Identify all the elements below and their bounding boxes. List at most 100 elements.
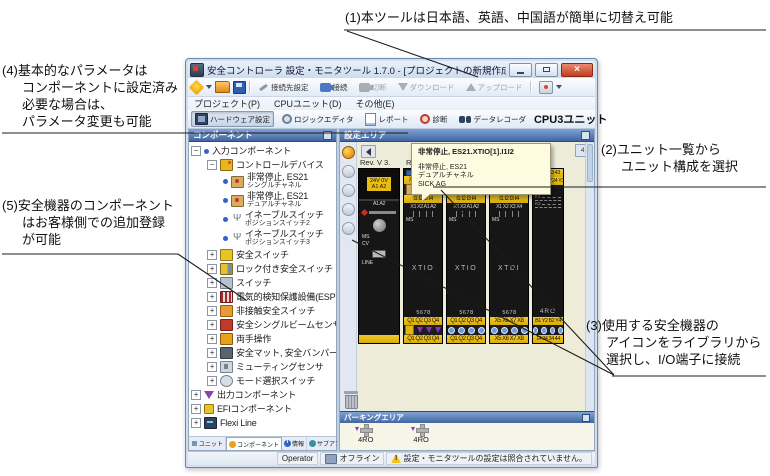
expand-icon[interactable] xyxy=(207,376,217,386)
tree-item-estop-dual[interactable]: 非常停止, ES21デュアルチャネル xyxy=(189,191,336,210)
expand-icon[interactable] xyxy=(191,390,201,400)
tree-item-espe[interactable]: 電気的検知保護設備(ESPE) xyxy=(189,290,336,304)
hardware-config-button[interactable]: ハードウェア設定 xyxy=(191,111,274,127)
terminal-dot[interactable] xyxy=(478,327,485,334)
cpu-module[interactable]: 24V 0V A1 A2 A1 A2 MS CV LINE xyxy=(358,168,400,344)
main-area: コンポーネント 入力コンポーネント コントロールデバイス 非常停止, ES21シ… xyxy=(188,129,595,451)
expand-icon[interactable] xyxy=(207,348,217,358)
download-button[interactable]: ダウンロード xyxy=(394,80,459,95)
diagnosis-button[interactable]: 診断 xyxy=(416,112,451,127)
tree-item-two-hand[interactable]: 両手操作 xyxy=(189,332,336,346)
expand-icon[interactable] xyxy=(207,362,217,372)
expand-icon[interactable] xyxy=(207,320,217,330)
minimize-button[interactable] xyxy=(509,63,532,77)
expand-icon[interactable] xyxy=(191,404,201,414)
tree-item-locked-safety-switch[interactable]: ロック付き安全スイッチ xyxy=(189,262,336,276)
upload-button[interactable]: アップロード xyxy=(462,80,527,95)
refresh-icon[interactable] xyxy=(342,165,355,178)
pin-icon[interactable] xyxy=(323,131,332,140)
disconnect-button[interactable]: 切断 xyxy=(355,80,391,95)
tab-info[interactable]: 情報 xyxy=(282,437,307,450)
tree-item-mode-select[interactable]: モード選択スイッチ xyxy=(189,374,336,388)
terminal-dot[interactable] xyxy=(468,327,475,334)
component-bullet-icon xyxy=(223,236,228,241)
upload-label: アップロード xyxy=(478,82,523,93)
tree-item-estop-single[interactable]: 非常停止, ES21シングルチャネル xyxy=(189,172,336,191)
connection-settings-button[interactable]: 接続先設定 xyxy=(254,80,313,95)
collapse-icon[interactable] xyxy=(191,146,201,156)
tree-item-enable-switch-3[interactable]: イネーブルスイッチポジションスイッチ3 xyxy=(189,229,336,248)
upload-icon xyxy=(466,83,476,91)
save-icon[interactable] xyxy=(233,81,246,94)
new-project-dropdown-icon[interactable] xyxy=(206,85,212,89)
tree-item-enable-switch-2[interactable]: イネーブルスイッチポジションスイッチ2 xyxy=(189,210,336,229)
tab-unit[interactable]: ユニット xyxy=(189,437,226,450)
new-project-icon[interactable] xyxy=(189,79,205,95)
output-component-icon[interactable] xyxy=(405,325,414,335)
terminal-dot[interactable] xyxy=(521,327,528,334)
toolbar-separator xyxy=(530,81,532,93)
zoom-in-icon[interactable] xyxy=(342,184,355,197)
left-panel-tabs: ユニット コンポーネント 情報 サブアプリケーション xyxy=(189,436,336,450)
unit-list-start-icon[interactable] xyxy=(361,145,376,158)
diagnosis-icon xyxy=(420,114,430,124)
terminal-dot[interactable] xyxy=(458,327,465,334)
expand-icon[interactable] xyxy=(207,306,217,316)
zoom-fit-icon[interactable] xyxy=(342,222,355,235)
tree-item-safety-mat[interactable]: 安全マット, 安全バンパー xyxy=(189,346,336,360)
tree-item-flexi-line[interactable]: Flexi Line xyxy=(189,416,336,430)
data-recorder-button[interactable]: データレコーダ xyxy=(455,112,530,127)
parked-module-item[interactable]: 4RO xyxy=(413,424,428,450)
collapse-icon[interactable] xyxy=(207,160,217,170)
menu-project[interactable]: プロジェクト(P) xyxy=(194,97,260,110)
tree-item-input-components[interactable]: 入力コンポーネント xyxy=(189,144,336,158)
tree-item-noncontact-switch[interactable]: 非接触安全スイッチ xyxy=(189,304,336,318)
tree-item-safety-switch[interactable]: 安全スイッチ xyxy=(189,248,336,262)
terminal-dot[interactable] xyxy=(511,327,518,334)
terminal-dot[interactable] xyxy=(448,327,455,334)
terminal-dot[interactable] xyxy=(558,327,563,334)
parking-area[interactable]: 4RO 4RO xyxy=(340,423,594,450)
menu-cpu-unit[interactable]: CPUユニット(D) xyxy=(274,97,342,110)
terminal-dot[interactable] xyxy=(550,327,555,334)
language-switch-button[interactable] xyxy=(535,79,566,96)
expand-icon[interactable] xyxy=(207,264,217,274)
led-row xyxy=(447,325,485,335)
expand-icon[interactable] xyxy=(207,278,217,288)
configuration-canvas[interactable]: 1 2 3 4 Rev. V 3. Rev. 24V 0V A1 A2 xyxy=(340,142,594,411)
terminal-strip: I1 I2 I3 I4 xyxy=(447,195,485,203)
expand-icon[interactable] xyxy=(207,292,217,302)
callout-3-line2: アイコンをライブラリから xyxy=(586,334,761,351)
parked-module-item[interactable]: 4RO xyxy=(358,424,373,450)
terminal-dot[interactable] xyxy=(533,327,538,334)
terminal-dot[interactable] xyxy=(501,327,508,334)
tree-item-muting-sensor[interactable]: ミューティングセンサ xyxy=(189,360,336,374)
tree-item-beam-sensor[interactable]: 安全シングルビームセンサ xyxy=(189,318,336,332)
expand-icon[interactable] xyxy=(207,250,217,260)
maximize-button[interactable] xyxy=(535,63,558,77)
terminal-dot[interactable] xyxy=(541,327,546,334)
report-button[interactable]: レポート xyxy=(361,111,412,128)
pin-ticks xyxy=(447,210,485,217)
zoom-out-icon[interactable] xyxy=(342,203,355,216)
open-project-icon[interactable] xyxy=(215,81,230,93)
connect-button[interactable]: 接続 xyxy=(316,80,352,95)
tree-item-efi-components[interactable]: EFIコンポーネント xyxy=(189,402,336,416)
logic-editor-button[interactable]: ロジックエディタ xyxy=(278,112,357,127)
close-button[interactable] xyxy=(561,63,593,77)
tree-item-control-device[interactable]: コントロールデバイス xyxy=(189,158,336,172)
settings-gears-icon[interactable] xyxy=(342,146,355,159)
menu-others[interactable]: その他(E) xyxy=(356,97,395,110)
tree-item-output-components[interactable]: 出力コンポーネント xyxy=(189,388,336,402)
title-bar[interactable]: 安全コントローラ 設定・モニタツール 1.7.0 - [プロジェクトの新規作成]… xyxy=(188,61,595,78)
expand-icon[interactable] xyxy=(191,418,201,428)
pin-icon[interactable] xyxy=(581,131,590,140)
expand-icon[interactable] xyxy=(207,334,217,344)
tree-item-switch[interactable]: スイッチ xyxy=(189,276,336,290)
canvas-vertical-scrollbar[interactable] xyxy=(585,142,594,411)
tab-component[interactable]: コンポーネント xyxy=(226,437,282,450)
trash-icon[interactable] xyxy=(344,391,358,407)
terminal-dot[interactable] xyxy=(491,327,498,334)
collapse-icon[interactable] xyxy=(582,414,590,422)
scrollbar-thumb[interactable] xyxy=(587,144,593,182)
